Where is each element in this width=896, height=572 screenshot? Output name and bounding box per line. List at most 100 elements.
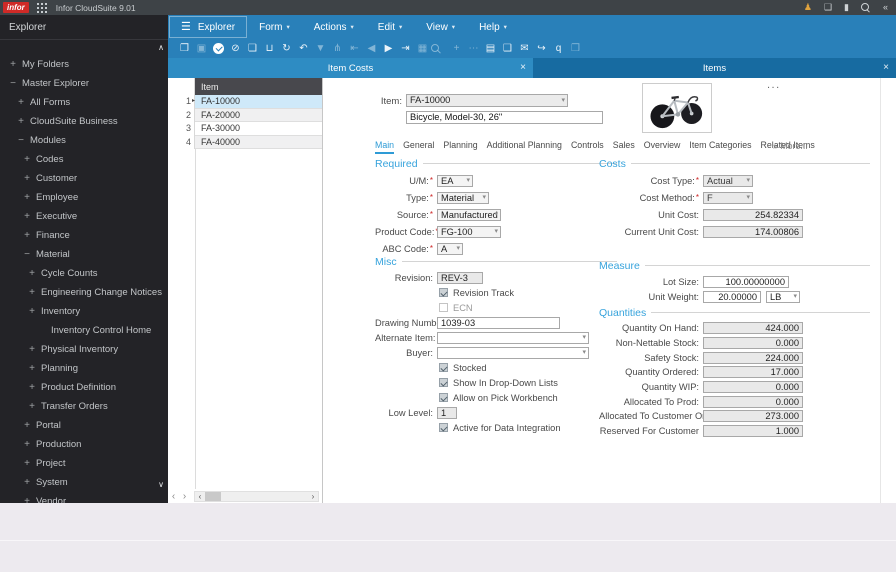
expander-icon[interactable]: + [22, 192, 32, 203]
source-select[interactable]: Manufactured▾ [437, 209, 501, 221]
search-icon[interactable] [861, 3, 871, 13]
chevron-down-icon[interactable]: ▾ [582, 349, 586, 356]
sidebar-item-employee[interactable]: +Employee [0, 188, 168, 207]
chevron-down-icon[interactable]: ▾ [494, 228, 498, 235]
form-overflow-menu[interactable]: ... [767, 79, 781, 91]
expander-icon[interactable]: + [27, 306, 37, 317]
sidebar-item-portal[interactable]: +Portal [0, 416, 168, 435]
bookmark-icon[interactable]: ▮ [844, 0, 849, 15]
expander-icon[interactable]: + [22, 420, 32, 431]
ecn-checkbox[interactable] [439, 303, 448, 312]
sidebar-item-inventory[interactable]: +Inventory [0, 302, 168, 321]
expander-icon[interactable]: + [16, 116, 26, 127]
doc-tab-items[interactable]: Items× [533, 58, 896, 78]
scrollbar-thumb[interactable] [205, 492, 221, 501]
item-cell[interactable]: FA-20000 [195, 109, 322, 123]
expander-icon[interactable]: + [22, 230, 32, 241]
chevron-down-icon[interactable]: ▾ [746, 194, 750, 201]
sidebar-item-engineering-change-notices[interactable]: +Engineering Change Notices [0, 283, 168, 302]
refresh-icon[interactable]: ↻ [278, 39, 295, 58]
table-row[interactable]: 1▸FA-10000 [168, 95, 322, 109]
scroll-left-icon[interactable]: ‹ [195, 492, 205, 501]
open-window-icon[interactable]: ❒ [567, 39, 584, 58]
sidebar-item-finance[interactable]: +Finance [0, 226, 168, 245]
table-row[interactable]: 3FA-30000 [168, 122, 322, 136]
table-row[interactable]: 4FA-40000 [168, 136, 322, 150]
alternate-item-select[interactable]: ▾ [437, 332, 589, 344]
chat-icon[interactable]: ❑ [824, 0, 832, 15]
sidebar-item-inventory-control-home[interactable]: Inventory Control Home [0, 321, 168, 340]
hierarchy-icon[interactable]: ⋔ [329, 39, 346, 58]
open-folder-icon[interactable]: ❐ [176, 39, 193, 58]
abc-code-select[interactable]: A▾ [437, 243, 463, 255]
item-cell[interactable]: FA-40000 [195, 136, 322, 150]
item-cell[interactable]: FA-30000 [195, 122, 322, 136]
lot-size-field[interactable]: 100.00000000 [703, 276, 789, 288]
sidebar-item-cloudsuite-business[interactable]: +CloudSuite Business [0, 112, 168, 131]
sidebar-item-planning[interactable]: +Planning [0, 359, 168, 378]
last-record-icon[interactable]: ⇥ [397, 39, 414, 58]
drawing-number-field[interactable]: 1039-03 [437, 317, 560, 329]
active-for-data-integration-checkbox[interactable] [439, 423, 448, 432]
expander-icon[interactable]: + [27, 287, 37, 298]
scroll-right-icon[interactable]: › [308, 492, 318, 501]
chevron-down-icon[interactable]: ▾ [746, 177, 750, 184]
type-select[interactable]: Material▾ [437, 192, 489, 204]
sidebar-item-all-forms[interactable]: +All Forms [0, 93, 168, 112]
delete-icon[interactable]: ⊔ [261, 39, 278, 58]
sidebar-item-production[interactable]: +Production [0, 435, 168, 454]
buyer-select[interactable]: ▾ [437, 347, 589, 359]
chevron-down-icon[interactable]: ▾ [466, 177, 470, 184]
grid-column-header-item[interactable]: Item [195, 78, 322, 95]
revision-track-checkbox[interactable] [439, 288, 448, 297]
sidebar-item-material[interactable]: −Material [0, 245, 168, 264]
doc-tab-item-costs[interactable]: Item Costs× [168, 58, 533, 78]
mail-icon[interactable]: ✉ [516, 39, 533, 58]
more-actions-icon[interactable]: ⋯ [465, 39, 482, 58]
unit-weight-field[interactable]: 20.00000 [703, 291, 761, 303]
tab-item-categories[interactable]: Item Categories [689, 140, 751, 152]
expander-icon[interactable]: + [22, 477, 32, 488]
expander-icon[interactable]: + [22, 458, 32, 469]
menu-view[interactable]: View▾ [414, 15, 467, 39]
sidebar-item-executive[interactable]: +Executive [0, 207, 168, 226]
unit-weight-uom-select[interactable]: LB▾ [766, 291, 800, 303]
sidebar-item-codes[interactable]: +Codes [0, 150, 168, 169]
sidebar-item-customer[interactable]: +Customer [0, 169, 168, 188]
sidebar-item-physical-inventory[interactable]: +Physical Inventory [0, 340, 168, 359]
sidebar-item-project[interactable]: +Project [0, 454, 168, 473]
search-icon[interactable] [431, 44, 448, 54]
expander-icon[interactable]: + [27, 344, 37, 355]
approve-icon[interactable] [210, 39, 227, 58]
menu-form[interactable]: Form▾ [247, 15, 302, 39]
filter-icon[interactable]: ▼ [312, 39, 329, 58]
new-record-icon[interactable]: ❏ [244, 39, 261, 58]
close-icon[interactable]: × [883, 63, 889, 73]
item-description-field[interactable]: Bicycle, Model-30, 26" [406, 111, 603, 124]
calendar-icon[interactable]: ▤ [482, 39, 499, 58]
tab-overview[interactable]: Overview [644, 140, 681, 152]
menu-help[interactable]: Help▾ [467, 15, 519, 39]
chevron-down-icon[interactable]: ▾ [582, 334, 586, 341]
expander-icon[interactable]: + [27, 363, 37, 374]
expander-icon[interactable]: + [22, 496, 32, 503]
show-in-drop-down-lists-checkbox[interactable] [439, 378, 448, 387]
user-icon[interactable]: ♟ [804, 0, 812, 15]
tab-general[interactable]: General [403, 140, 434, 152]
table-row[interactable]: 2FA-20000 [168, 109, 322, 123]
menu-actions[interactable]: Actions▾ [302, 15, 366, 39]
u-m-select[interactable]: EA▾ [437, 175, 473, 187]
horizontal-scrollbar[interactable]: ‹ › [194, 491, 319, 502]
stocked-checkbox[interactable] [439, 363, 448, 372]
tab-controls[interactable]: Controls [571, 140, 604, 152]
document-icon[interactable]: ❑ [499, 39, 516, 58]
menu-edit[interactable]: Edit▾ [366, 15, 415, 39]
expander-icon[interactable]: + [22, 173, 32, 184]
add-icon[interactable]: + [448, 39, 465, 58]
cost-method-select[interactable]: F▾ [703, 192, 753, 204]
item-cell[interactable]: FA-10000 [195, 95, 322, 109]
first-record-icon[interactable]: ⇤ [346, 39, 363, 58]
expander-icon[interactable]: + [22, 439, 32, 450]
menu-explorer[interactable]: ☰ Explorer [169, 16, 247, 38]
sidebar-scroll-up-icon[interactable]: ∧ [158, 43, 164, 52]
